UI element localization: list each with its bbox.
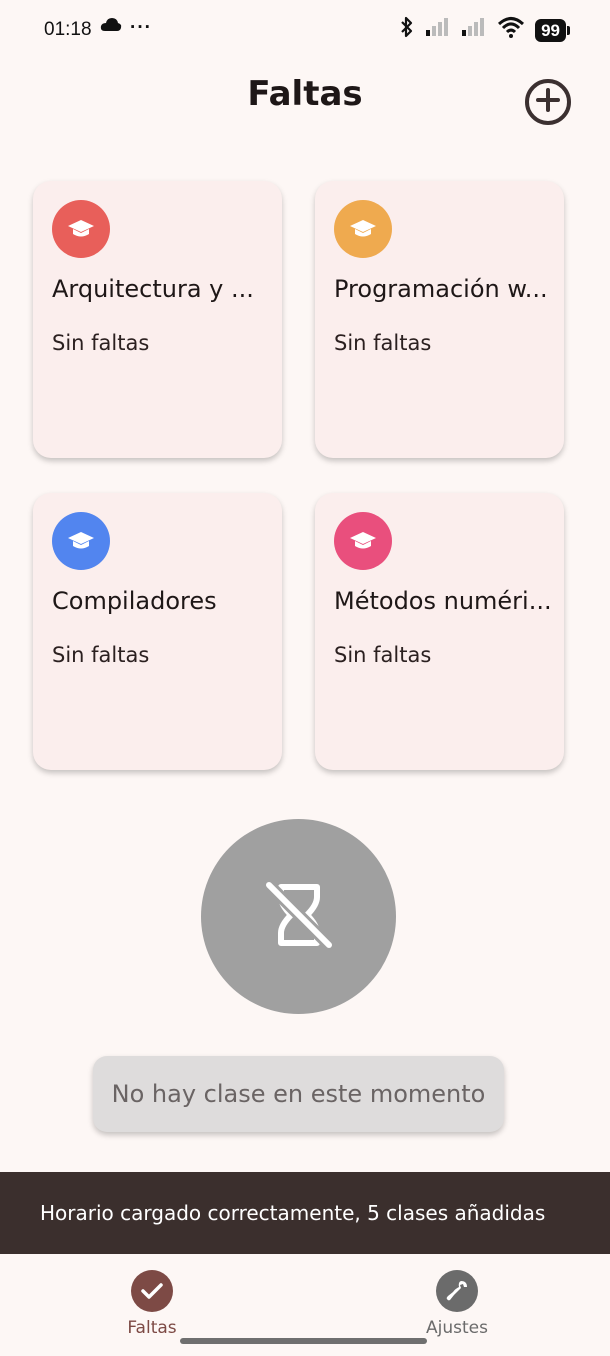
graduation-cap-icon: [334, 512, 392, 570]
cloud-icon: [100, 17, 122, 39]
subject-absences: Sin faltas: [334, 331, 432, 355]
status-more: ···: [130, 17, 152, 38]
bluetooth-icon: [399, 16, 415, 44]
home-indicator[interactable]: [180, 1338, 427, 1344]
subject-name: Compiladores: [52, 587, 217, 615]
add-subject-button[interactable]: [525, 79, 571, 125]
subject-card[interactable]: Arquitectura y ... Sin faltas: [33, 181, 282, 458]
subject-card[interactable]: Programación w... Sin faltas: [315, 181, 564, 458]
subject-card[interactable]: Métodos numéri... Sin faltas: [315, 493, 564, 770]
status-time: 01:18: [44, 19, 92, 40]
page-title: Faltas: [247, 74, 363, 114]
graduation-cap-icon: [334, 200, 392, 258]
subject-name: Métodos numéri...: [334, 587, 552, 615]
plus-circle-icon: [535, 87, 561, 117]
check-icon: [131, 1270, 173, 1312]
nav-item-ajustes[interactable]: Ajustes: [402, 1270, 512, 1338]
subject-name: Arquitectura y ...: [52, 275, 254, 303]
wrench-icon: [436, 1270, 478, 1312]
no-class-message: No hay clase en este momento: [93, 1056, 504, 1132]
snackbar-message: Horario cargado correctamente, 5 clases …: [40, 1201, 546, 1225]
graduation-cap-icon: [52, 512, 110, 570]
subject-absences: Sin faltas: [334, 643, 432, 667]
current-class-indicator: [201, 819, 396, 1014]
nav-item-faltas[interactable]: Faltas: [97, 1270, 207, 1338]
status-indicators: 99: [399, 16, 570, 44]
subject-card[interactable]: Compiladores Sin faltas: [33, 493, 282, 770]
wifi-icon: [497, 16, 525, 44]
graduation-cap-icon: [52, 200, 110, 258]
hourglass-disabled-icon: [261, 877, 337, 957]
snackbar: Horario cargado correctamente, 5 clases …: [0, 1172, 610, 1254]
signal-icon: [461, 18, 487, 42]
subject-absences: Sin faltas: [52, 331, 150, 355]
nav-label: Ajustes: [426, 1318, 488, 1338]
signal-icon: [425, 18, 451, 42]
subject-absences: Sin faltas: [52, 643, 150, 667]
nav-label: Faltas: [127, 1318, 177, 1338]
subject-name: Programación w...: [334, 275, 548, 303]
battery-indicator: 99: [535, 18, 570, 42]
status-bar: 01:18 ··· 99: [0, 0, 610, 60]
